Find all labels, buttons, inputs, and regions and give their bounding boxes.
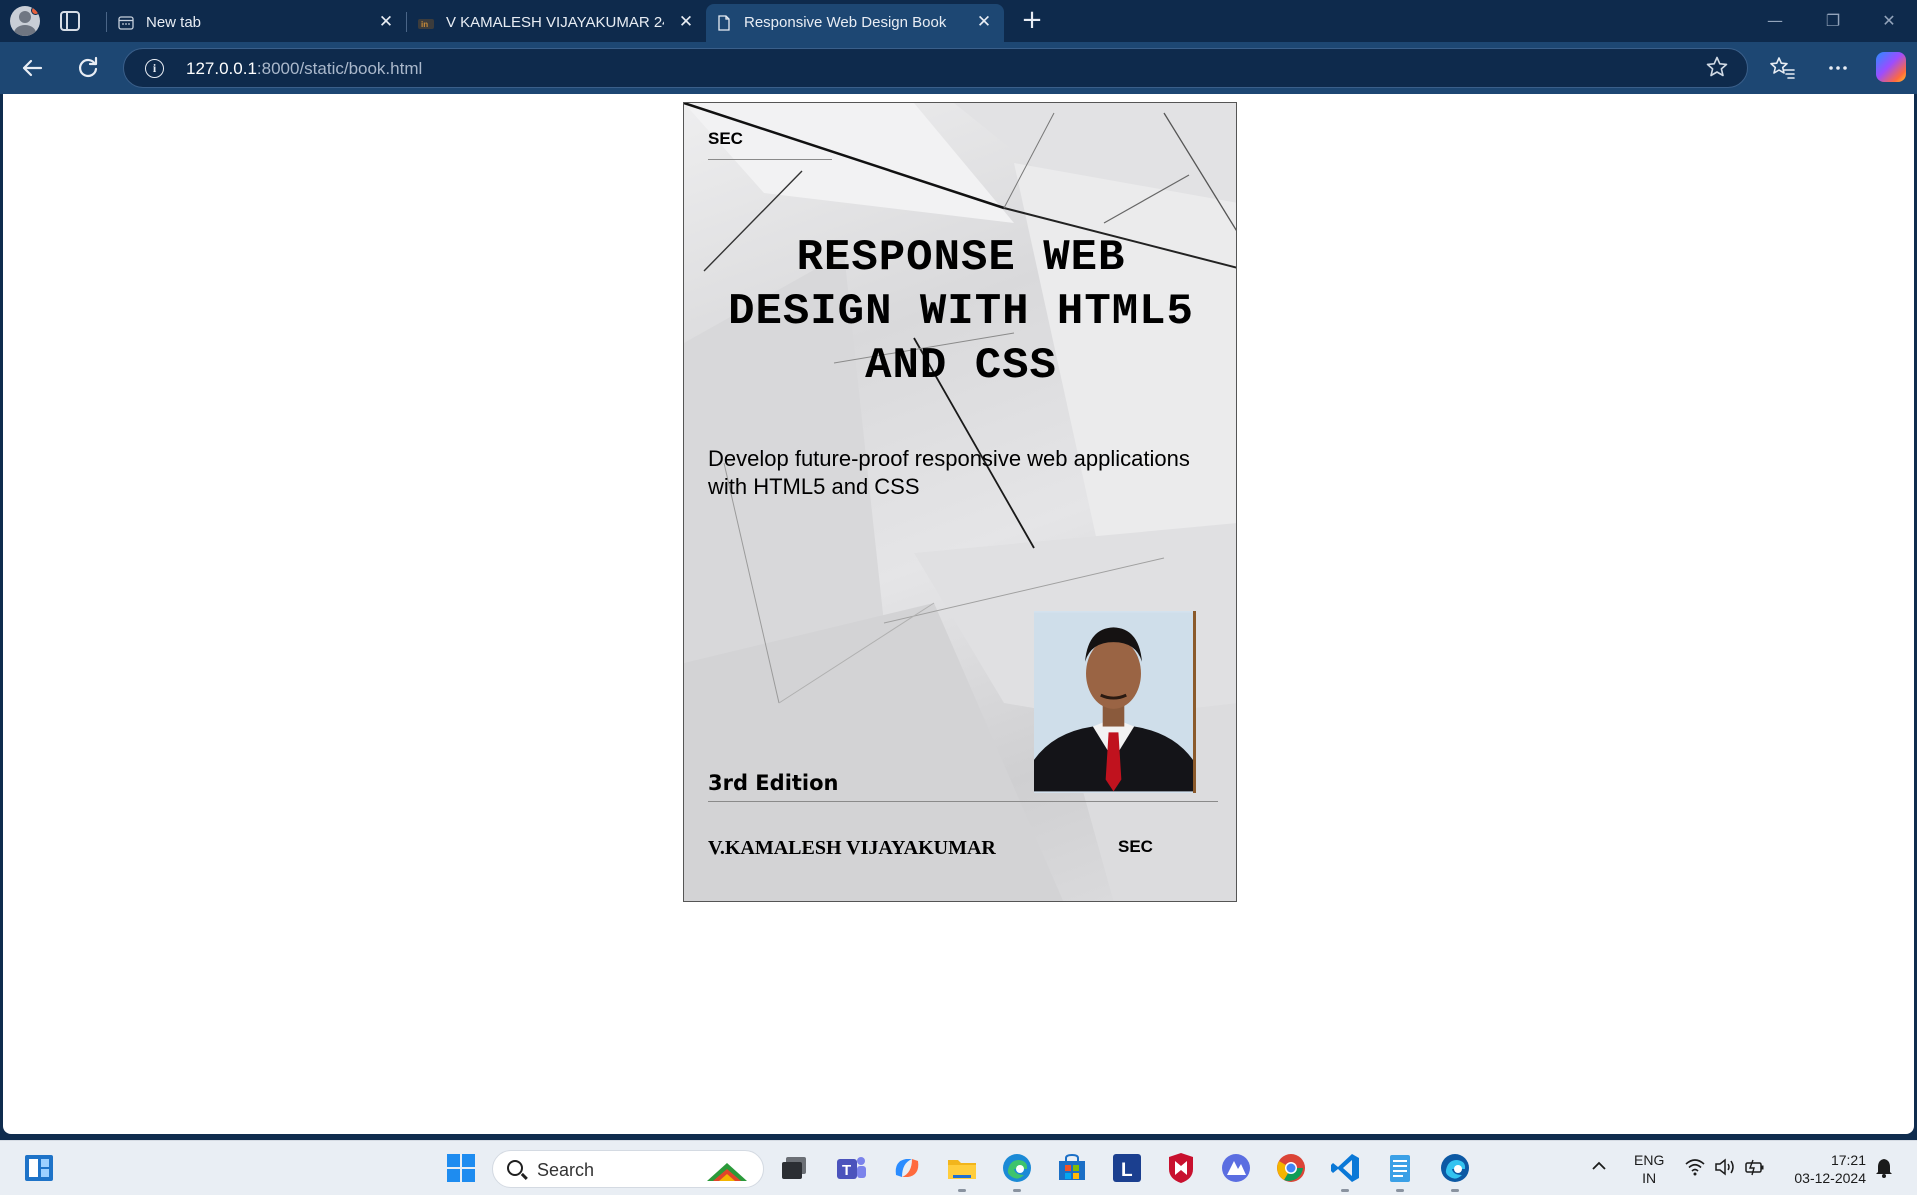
tab-title: New tab bbox=[146, 14, 202, 31]
divider bbox=[708, 159, 832, 160]
url-path: :8000/static/book.html bbox=[256, 59, 423, 78]
divider bbox=[708, 801, 1218, 802]
address-url[interactable]: 127.0.0.1:8000/static/book.html bbox=[186, 59, 422, 79]
copilot-app-icon[interactable] bbox=[890, 1151, 924, 1185]
page-viewport: SEC RESPONSE WEB DESIGN WITH HTML5 AND C… bbox=[3, 94, 1914, 1134]
running-indicator bbox=[1013, 1189, 1021, 1192]
search-label: Search bbox=[537, 1160, 595, 1180]
windows-start-icon[interactable] bbox=[444, 1151, 478, 1185]
book-edition: 3rd Edition bbox=[708, 771, 839, 795]
more-icon[interactable] bbox=[1822, 52, 1854, 84]
l-app-icon[interactable]: L bbox=[1110, 1151, 1144, 1185]
book-title-line: DESIGN WITH HTML5 bbox=[728, 287, 1194, 337]
tab-responsive-web-design-book[interactable]: Responsive Web Design Book ✕ bbox=[706, 4, 1004, 42]
tab-strip: New tab ✕ in V KAMALESH VIJAYAKUMAR 240 … bbox=[0, 0, 1917, 42]
book-author: V.KAMALESH VIJAYAKUMAR bbox=[708, 837, 996, 859]
store-icon[interactable] bbox=[1055, 1151, 1089, 1185]
refresh-icon[interactable] bbox=[72, 52, 104, 84]
book-title: RESPONSE WEB DESIGN WITH HTML5 AND CSS bbox=[684, 231, 1236, 393]
running-indicator bbox=[1341, 1189, 1349, 1192]
running-indicator bbox=[1396, 1189, 1404, 1192]
search-highlight-icon bbox=[707, 1163, 747, 1181]
clock[interactable]: 17:21 03-12-2024 bbox=[1780, 1151, 1866, 1187]
running-indicator bbox=[1451, 1189, 1459, 1192]
tab-new-tab[interactable]: New tab ✕ bbox=[108, 4, 404, 42]
notepad-icon[interactable] bbox=[1383, 1151, 1417, 1185]
author-photo bbox=[1034, 611, 1196, 793]
tab-actions-icon[interactable] bbox=[60, 11, 80, 31]
back-icon[interactable] bbox=[16, 52, 48, 84]
tab-separator bbox=[406, 12, 407, 32]
battery-icon[interactable] bbox=[1744, 1157, 1766, 1177]
tab-close-icon[interactable]: ✕ bbox=[974, 12, 994, 32]
profile-avatar-icon[interactable] bbox=[10, 6, 40, 36]
book-title-line: RESPONSE WEB bbox=[796, 233, 1126, 283]
language-indicator[interactable]: ENG IN bbox=[1634, 1151, 1664, 1187]
running-indicator bbox=[958, 1189, 966, 1192]
restore-button[interactable]: ❐ bbox=[1818, 8, 1848, 34]
clock-time: 17:21 bbox=[1830, 1152, 1866, 1168]
new-tab-page-icon bbox=[118, 16, 134, 30]
book-subtitle: Develop future-proof responsive web appl… bbox=[708, 446, 1190, 499]
page-icon bbox=[718, 15, 730, 31]
tab-title: V KAMALESH VIJAYAKUMAR 240 bbox=[446, 14, 664, 31]
info-icon[interactable]: i bbox=[145, 59, 164, 78]
widgets-icon[interactable] bbox=[22, 1151, 56, 1185]
navigation-bar: i 127.0.0.1:8000/static/book.html bbox=[0, 42, 1917, 94]
teams-icon[interactable]: T bbox=[834, 1151, 868, 1185]
language-code: ENG bbox=[1634, 1152, 1665, 1168]
tab-separator bbox=[106, 12, 107, 32]
tab-profile-page[interactable]: in V KAMALESH VIJAYAKUMAR 240 ✕ bbox=[408, 4, 704, 42]
newtab-icon[interactable]: + bbox=[1018, 6, 1046, 34]
close-window-button[interactable]: ✕ bbox=[1874, 8, 1904, 34]
vscode-icon[interactable] bbox=[1328, 1151, 1362, 1185]
book-title-line: AND CSS bbox=[865, 341, 1057, 391]
favorites-icon[interactable] bbox=[1766, 52, 1798, 84]
wifi-icon[interactable] bbox=[1684, 1157, 1706, 1177]
svg-text:T: T bbox=[842, 1162, 851, 1179]
taskbar-search[interactable]: Search bbox=[492, 1150, 764, 1188]
edge-dev-icon[interactable] bbox=[1438, 1151, 1472, 1185]
svg-text:in: in bbox=[421, 20, 428, 29]
region-code: IN bbox=[1642, 1170, 1657, 1186]
url-host: 127.0.0.1 bbox=[186, 59, 257, 78]
clock-date: 03-12-2024 bbox=[1794, 1170, 1866, 1186]
search-icon bbox=[507, 1160, 523, 1176]
svg-text:L: L bbox=[1121, 1160, 1133, 1181]
address-bar[interactable]: i 127.0.0.1:8000/static/book.html bbox=[123, 48, 1748, 88]
copilot-icon[interactable] bbox=[1876, 52, 1906, 82]
publisher-label-top: SEC bbox=[708, 129, 743, 148]
site-favicon-icon: in bbox=[418, 19, 434, 29]
tab-close-icon[interactable]: ✕ bbox=[676, 12, 696, 32]
notification-bell-icon[interactable] bbox=[1874, 1157, 1894, 1179]
tab-title: Responsive Web Design Book bbox=[744, 14, 947, 31]
chevron-up-icon[interactable] bbox=[1590, 1159, 1608, 1173]
tab-close-icon[interactable]: ✕ bbox=[376, 12, 396, 32]
publisher-label-bottom: SEC bbox=[1118, 837, 1153, 856]
star-icon[interactable] bbox=[1705, 55, 1729, 79]
task-view-icon[interactable] bbox=[778, 1151, 812, 1185]
app-icon[interactable] bbox=[1219, 1151, 1253, 1185]
taskbar: Search T L ENG IN 17:21 03-12-2024 bbox=[0, 1140, 1917, 1195]
mcafee-icon[interactable] bbox=[1164, 1151, 1198, 1185]
minimize-button[interactable]: — bbox=[1760, 8, 1790, 34]
edge-icon[interactable] bbox=[1000, 1151, 1034, 1185]
file-explorer-icon[interactable] bbox=[945, 1151, 979, 1185]
book-cover: SEC RESPONSE WEB DESIGN WITH HTML5 AND C… bbox=[683, 102, 1237, 902]
chrome-icon[interactable] bbox=[1274, 1151, 1308, 1185]
volume-icon[interactable] bbox=[1714, 1157, 1736, 1177]
